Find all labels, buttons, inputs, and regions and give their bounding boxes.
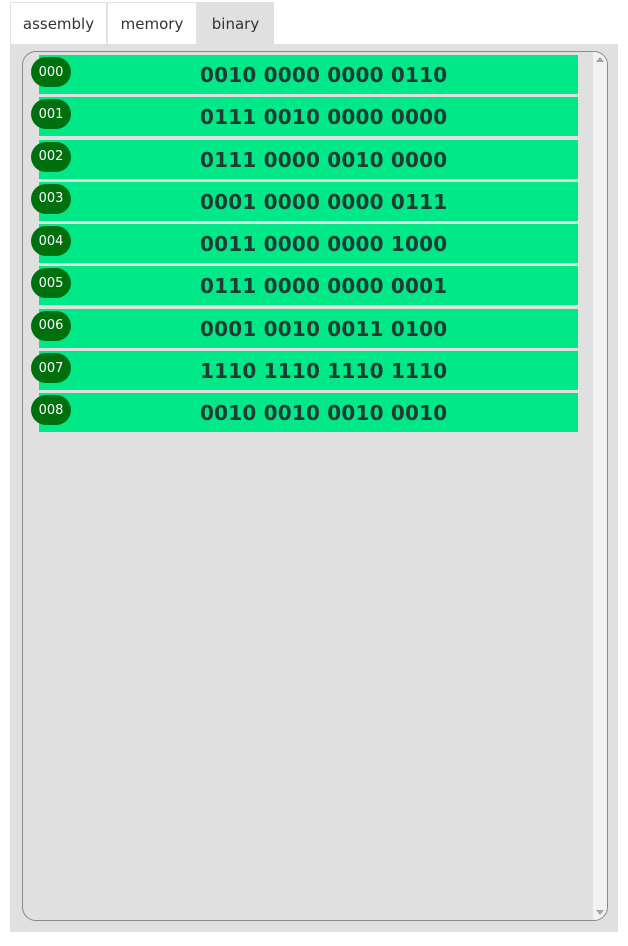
vertical-scrollbar[interactable] — [593, 52, 607, 920]
binary-word: 0001 0000 0000 0111 — [200, 189, 448, 214]
binary-row-001: 001 0111 0010 0000 0000 — [23, 97, 593, 137]
address-badge: 001 — [31, 99, 71, 130]
tab-assembly[interactable]: assembly — [10, 2, 107, 44]
binary-row-004: 004 0011 0000 0000 1000 — [23, 224, 593, 264]
address-badge: 002 — [31, 141, 71, 172]
address-badge: 000 — [31, 57, 71, 87]
binary-list: 000 0010 0000 0000 0110 001 0111 0010 00… — [23, 55, 593, 436]
binary-row-002: 002 0111 0000 0010 0000 — [23, 139, 593, 180]
binary-row-000: 000 0010 0000 0000 0110 — [23, 55, 593, 95]
address-badge: 006 — [31, 310, 71, 341]
binary-row-005: 005 0111 0000 0000 0001 — [23, 266, 593, 306]
binary-list-frame: 000 0010 0000 0000 0110 001 0111 0010 00… — [22, 51, 608, 921]
binary-word: 0011 0000 0000 1000 — [200, 232, 448, 257]
address-badge: 004 — [31, 226, 71, 257]
address-badge: 007 — [31, 353, 71, 384]
binary-word: 0111 0000 0000 0001 — [200, 274, 448, 299]
binary-word: 0010 0000 0000 0110 — [200, 63, 448, 87]
binary-word: 0001 0010 0011 0100 — [200, 316, 448, 341]
tab-memory[interactable]: memory — [107, 2, 197, 44]
binary-row-006: 006 0001 0010 0011 0100 — [23, 308, 593, 349]
address-badge: 008 — [31, 395, 71, 426]
binary-row-008: 008 0010 0010 0010 0010 — [23, 393, 593, 433]
binary-row-007: 007 1110 1110 1110 1110 — [23, 351, 593, 391]
binary-panel: 000 0010 0000 0000 0110 001 0111 0010 00… — [10, 44, 618, 932]
binary-word: 0111 0010 0000 0000 — [200, 105, 448, 130]
scroll-up-arrow-icon[interactable] — [596, 57, 604, 62]
address-badge: 005 — [31, 268, 71, 299]
binary-word: 0111 0000 0010 0000 — [200, 147, 448, 172]
scroll-down-arrow-icon[interactable] — [596, 910, 604, 915]
tab-binary[interactable]: binary — [197, 2, 274, 44]
tab-bar: assembly memory binary — [10, 0, 274, 44]
binary-word: 0010 0010 0010 0010 — [200, 401, 448, 426]
binary-row-003: 003 0001 0000 0000 0111 — [23, 181, 593, 222]
address-badge: 003 — [31, 183, 71, 214]
binary-viewer-app: assembly memory binary 000 0010 0000 000… — [10, 0, 618, 936]
binary-word: 1110 1110 1110 1110 — [200, 359, 448, 384]
